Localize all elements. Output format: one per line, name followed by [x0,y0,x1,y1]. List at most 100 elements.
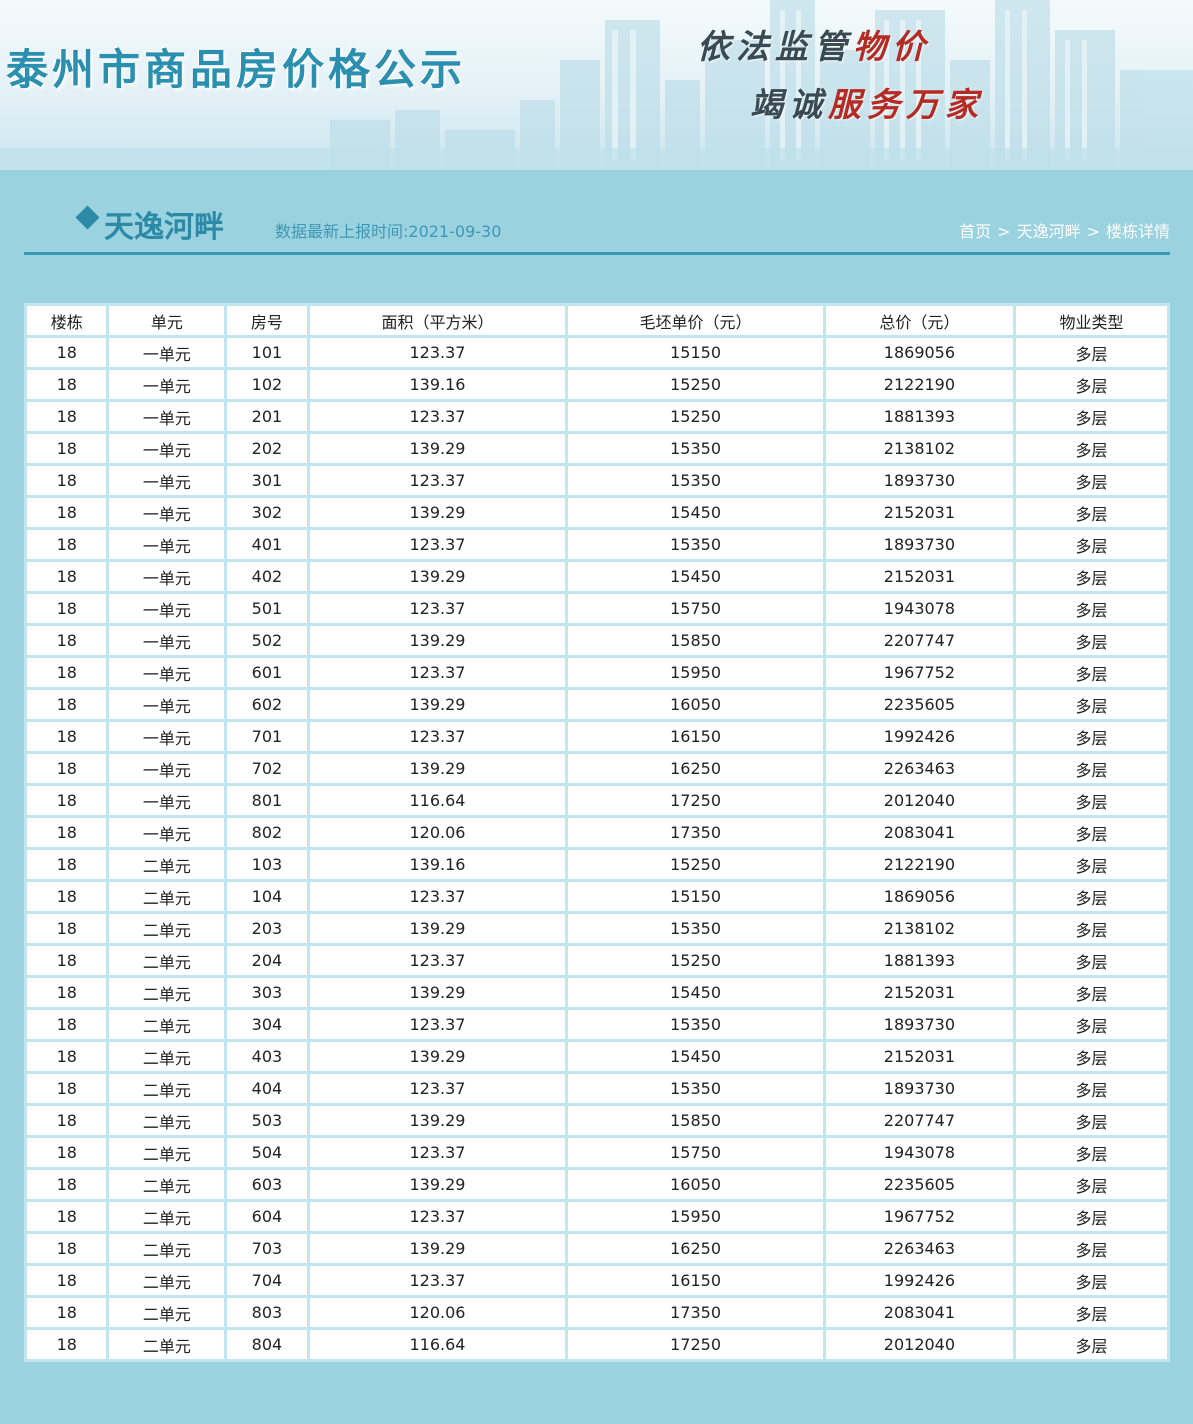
cell-building: 18 [27,850,107,879]
cell-room: 604 [227,1202,307,1231]
cell-building: 18 [27,1266,107,1295]
cell-property-type: 多层 [1016,1266,1167,1295]
table-row: 18 二单元 803 120.06 17350 2083041 多层 [27,1298,1167,1327]
cell-property-type: 多层 [1016,754,1167,783]
cell-building: 18 [27,786,107,815]
cell-unit-price: 15950 [568,658,823,687]
cell-property-type: 多层 [1016,338,1167,367]
cell-unit-price: 15950 [568,1202,823,1231]
cell-area: 139.29 [309,754,566,783]
cell-building: 18 [27,594,107,623]
cell-total-price: 2012040 [825,786,1013,815]
column-header-area: 面积（平方米） [309,306,566,335]
cell-property-type: 多层 [1016,722,1167,751]
table-row: 18 二单元 304 123.37 15350 1893730 多层 [27,1010,1167,1039]
cell-area: 116.64 [309,1330,566,1359]
cell-total-price: 2207747 [825,1106,1013,1135]
breadcrumb-separator: > [997,222,1011,241]
cell-room: 804 [227,1330,307,1359]
cell-unit-price: 15450 [568,1042,823,1071]
cell-building: 18 [27,658,107,687]
cell-area: 123.37 [309,946,566,975]
breadcrumb-project-link[interactable]: 天逸河畔 [1017,222,1081,241]
cell-unit-price: 15150 [568,338,823,367]
cell-room: 601 [227,658,307,687]
cell-total-price: 2138102 [825,434,1013,463]
cell-room: 602 [227,690,307,719]
cell-total-price: 1967752 [825,1202,1013,1231]
cell-area: 123.37 [309,1074,566,1103]
cell-area: 123.37 [309,1202,566,1231]
cell-unit-price: 15450 [568,498,823,527]
table-row: 18 一单元 401 123.37 15350 1893730 多层 [27,530,1167,559]
cell-area: 139.16 [309,850,566,879]
cell-unit: 一单元 [109,690,225,719]
table-row: 18 二单元 503 139.29 15850 2207747 多层 [27,1106,1167,1135]
cell-unit: 二单元 [109,1042,225,1071]
cell-property-type: 多层 [1016,658,1167,687]
cell-unit: 二单元 [109,1298,225,1327]
cell-unit-price: 15250 [568,946,823,975]
cell-property-type: 多层 [1016,498,1167,527]
cell-property-type: 多层 [1016,914,1167,943]
cell-total-price: 1943078 [825,1138,1013,1167]
cell-area: 139.29 [309,562,566,591]
cell-total-price: 2152031 [825,978,1013,1007]
cell-total-price: 1881393 [825,946,1013,975]
cell-building: 18 [27,1234,107,1263]
cell-total-price: 1893730 [825,466,1013,495]
cell-room: 501 [227,594,307,623]
breadcrumb-home-link[interactable]: 首页 [959,222,991,241]
cell-room: 502 [227,626,307,655]
cell-room: 704 [227,1266,307,1295]
cell-unit: 二单元 [109,1074,225,1103]
cell-total-price: 1893730 [825,530,1013,559]
cell-total-price: 2138102 [825,914,1013,943]
cell-room: 401 [227,530,307,559]
cell-unit-price: 16250 [568,1234,823,1263]
cell-area: 123.37 [309,530,566,559]
cell-building: 18 [27,754,107,783]
cell-area: 120.06 [309,818,566,847]
cell-room: 104 [227,882,307,911]
breadcrumb: 首页 > 天逸河畔 > 楼栋详情 [959,218,1170,242]
cell-property-type: 多层 [1016,562,1167,591]
cell-building: 18 [27,370,107,399]
cell-room: 201 [227,402,307,431]
cell-unit-price: 15350 [568,530,823,559]
cell-unit-price: 15850 [568,626,823,655]
table-row: 18 二单元 504 123.37 15750 1943078 多层 [27,1138,1167,1167]
table-row: 18 二单元 704 123.37 16150 1992426 多层 [27,1266,1167,1295]
cell-unit-price: 16050 [568,690,823,719]
cell-room: 404 [227,1074,307,1103]
cell-area: 123.37 [309,402,566,431]
cell-property-type: 多层 [1016,402,1167,431]
cell-unit-price: 17250 [568,1330,823,1359]
cell-unit-price: 15350 [568,1074,823,1103]
slogan-line-2-part-a: 竭诚 [750,85,828,124]
cell-building: 18 [27,1042,107,1071]
cell-total-price: 1992426 [825,1266,1013,1295]
update-time: 数据最新上报时间:2021-09-30 [275,222,502,241]
table-row: 18 一单元 402 139.29 15450 2152031 多层 [27,562,1167,591]
cell-unit: 一单元 [109,754,225,783]
cell-property-type: 多层 [1016,1170,1167,1199]
cell-total-price: 1881393 [825,402,1013,431]
cell-unit-price: 16150 [568,722,823,751]
cell-building: 18 [27,1298,107,1327]
cell-property-type: 多层 [1016,1234,1167,1263]
table-row: 18 二单元 204 123.37 15250 1881393 多层 [27,946,1167,975]
column-header-building: 楼栋 [27,306,107,335]
cell-building: 18 [27,1330,107,1359]
cell-room: 703 [227,1234,307,1263]
cell-room: 503 [227,1106,307,1135]
cell-unit-price: 15250 [568,850,823,879]
cell-building: 18 [27,434,107,463]
cell-room: 603 [227,1170,307,1199]
cell-building: 18 [27,882,107,911]
cell-room: 802 [227,818,307,847]
cell-property-type: 多层 [1016,466,1167,495]
cell-room: 101 [227,338,307,367]
cell-unit: 一单元 [109,434,225,463]
table-row: 18 二单元 604 123.37 15950 1967752 多层 [27,1202,1167,1231]
